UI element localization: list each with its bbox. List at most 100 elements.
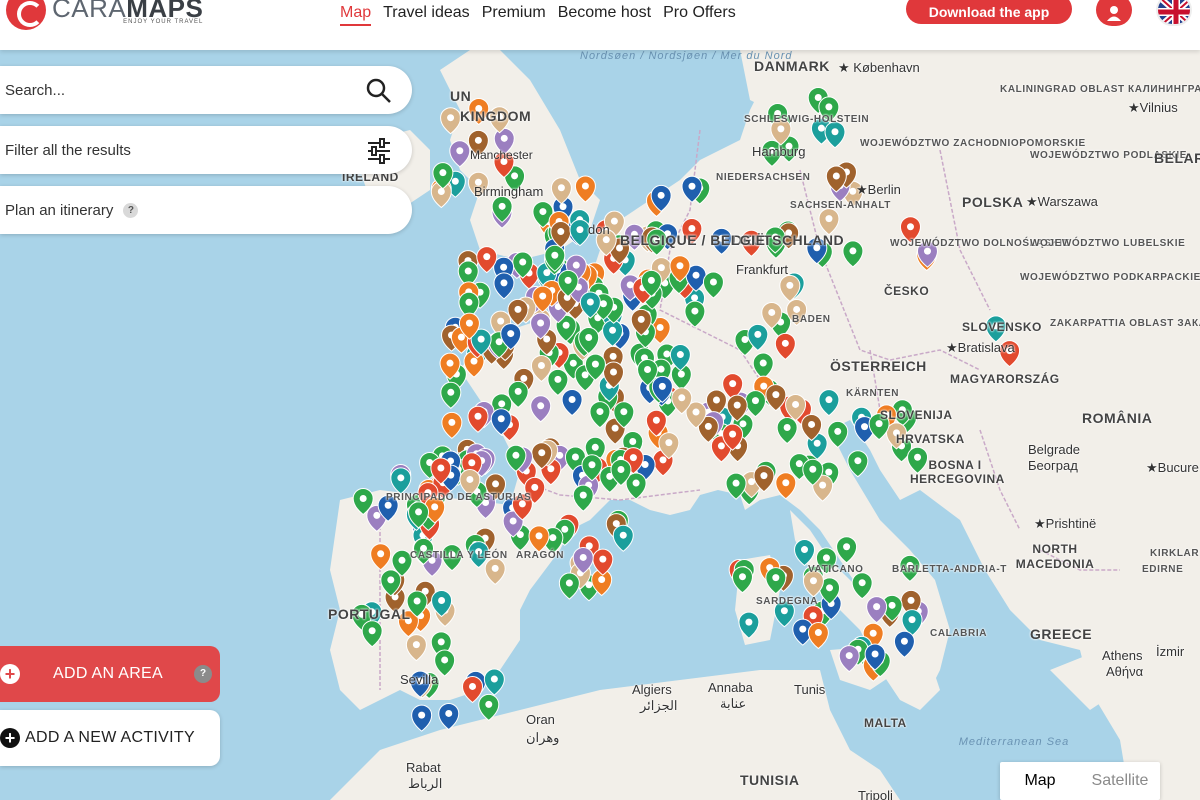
map-pin-dot bbox=[712, 396, 720, 404]
map-pin-dot bbox=[490, 675, 498, 683]
brand-name: CARAMAPS bbox=[52, 0, 204, 23]
map-pin-dot bbox=[445, 709, 453, 717]
itinerary-label: Plan an itinerary bbox=[5, 201, 114, 219]
nav-pro-offers[interactable]: Pro Offers bbox=[663, 4, 736, 26]
map-pin-dot bbox=[665, 439, 673, 447]
map-pin-dot bbox=[509, 517, 517, 525]
map-label-belgique: BELGIQUE / BELGIË bbox=[620, 232, 766, 248]
map-pin-dot bbox=[456, 147, 464, 155]
map-label-cesko: ČESKO bbox=[884, 284, 930, 298]
map-pin-dot bbox=[585, 334, 593, 342]
map-pin-dot bbox=[772, 391, 780, 399]
map-label-podlaskie: WOJEWÓDZTWO PODLASKIE bbox=[1030, 150, 1188, 161]
map-pin-dot bbox=[663, 350, 671, 358]
map-pin-dot bbox=[611, 424, 619, 432]
map-pin-dot bbox=[448, 418, 456, 426]
map-pin-dot bbox=[745, 618, 753, 626]
map-pin-dot bbox=[792, 400, 800, 408]
search-icon[interactable] bbox=[366, 78, 392, 104]
map-pin-dot bbox=[617, 465, 625, 473]
map-pin-dot bbox=[498, 202, 506, 210]
map-pin-dot bbox=[564, 276, 572, 284]
help-icon[interactable]: ? bbox=[194, 665, 212, 683]
logo-icon bbox=[6, 0, 46, 30]
map-pin-dot bbox=[783, 424, 791, 432]
map-pin-dot bbox=[657, 365, 665, 373]
map-label-edirne: EDIRNE bbox=[1142, 564, 1184, 575]
map-label-north-sea: Nordsøen / Nordsjøen / Mer du Nord bbox=[580, 50, 792, 62]
map-pin-dot bbox=[768, 308, 776, 316]
map-type-map[interactable]: Map bbox=[1000, 762, 1080, 800]
caramaps-logo[interactable]: CARAMAPS ENJOY YOUR TRAVEL bbox=[6, 0, 203, 30]
map-pin-dot bbox=[437, 188, 445, 196]
map-pin-dot bbox=[514, 305, 522, 313]
help-icon[interactable]: ? bbox=[123, 202, 139, 218]
map-pin-dot bbox=[512, 451, 520, 459]
map-label-asturias: PRINCIPADO DE ASTURIAS bbox=[386, 492, 531, 503]
download-app-button[interactable]: Download the app bbox=[906, 0, 1072, 24]
map-pin-dot bbox=[782, 479, 790, 487]
search-box[interactable]: Search... bbox=[0, 66, 412, 114]
map-pin-dot bbox=[873, 603, 881, 611]
map-pin-dot bbox=[610, 217, 618, 225]
main-nav: Map Travel ideas Premium Become host Pro… bbox=[340, 4, 736, 26]
map-pin-dot bbox=[507, 330, 515, 338]
map-pin-dot bbox=[691, 307, 699, 315]
map-pin-dot bbox=[569, 359, 577, 367]
map-label-sardegna: SARDEGNA bbox=[756, 596, 819, 607]
map-pin-dot bbox=[814, 629, 822, 637]
map-pin-dot bbox=[457, 333, 465, 341]
map-pin-dot bbox=[809, 465, 817, 473]
map-label-slovensko: SLOVENSKO bbox=[962, 320, 1042, 334]
map-pin-dot bbox=[588, 461, 596, 469]
map-pin-dot bbox=[772, 574, 780, 582]
nav-map[interactable]: Map bbox=[340, 4, 372, 26]
map-pin-dot bbox=[629, 454, 637, 462]
map-label-annaba: Annaba bbox=[708, 680, 753, 695]
map-label-kobenhavn: ★ København bbox=[838, 60, 920, 75]
map-pin-dot bbox=[474, 412, 482, 420]
map-pin-dot bbox=[543, 335, 551, 343]
map-pin-dot bbox=[498, 400, 506, 408]
add-area-button[interactable]: + ADD AN AREA ? bbox=[0, 646, 220, 702]
map-pin-dot bbox=[729, 380, 737, 388]
map-pin-dot bbox=[900, 637, 908, 645]
map-pin-dot bbox=[692, 408, 700, 416]
filter-box[interactable]: Filter all the results bbox=[0, 126, 412, 174]
map-pin-dot bbox=[729, 430, 737, 438]
itinerary-box[interactable]: Plan an itinerary ? bbox=[0, 186, 412, 234]
sliders-icon[interactable] bbox=[366, 138, 392, 164]
map-pin-dot bbox=[831, 128, 839, 136]
language-selector[interactable] bbox=[1156, 0, 1192, 26]
map-label-rabat: Rabat bbox=[406, 760, 441, 775]
map-type-satellite[interactable]: Satellite bbox=[1080, 762, 1160, 800]
map-pin-dot bbox=[535, 532, 543, 540]
map-pin-dot bbox=[741, 335, 749, 343]
map-pin-dot bbox=[843, 543, 851, 551]
map-pin-dot bbox=[559, 203, 567, 211]
map-pin-dot bbox=[500, 134, 508, 142]
map-pin-dot bbox=[537, 361, 545, 369]
map-pin-dot bbox=[602, 236, 610, 244]
map-pin-dot bbox=[733, 401, 741, 409]
map-pin-dot bbox=[576, 226, 584, 234]
nav-premium[interactable]: Premium bbox=[482, 4, 546, 26]
map-pin-dot bbox=[474, 136, 482, 144]
nav-travel-ideas[interactable]: Travel ideas bbox=[383, 4, 470, 26]
map-pin-dot bbox=[825, 215, 833, 223]
user-account-button[interactable] bbox=[1096, 0, 1132, 26]
add-activity-button[interactable]: + ADD A NEW ACTIVITY bbox=[0, 710, 220, 766]
map-pin-dot bbox=[591, 443, 599, 451]
map-pin-dot bbox=[500, 263, 508, 271]
map-pin-dot bbox=[551, 251, 559, 259]
map-pin-dot bbox=[777, 125, 785, 133]
search-input[interactable]: Search... bbox=[5, 82, 65, 99]
map-pin-dot bbox=[709, 278, 717, 286]
nav-become-host[interactable]: Become host bbox=[558, 4, 651, 26]
map-label-tripoli: Tripoli bbox=[858, 788, 893, 800]
map-pin-dot bbox=[557, 184, 565, 192]
map-pin-dot bbox=[547, 465, 555, 473]
map-pin-dot bbox=[678, 394, 686, 402]
map-label-portugal: PORTUGAL bbox=[328, 606, 411, 622]
map-label-zakarpattia: ZAKARPATTIA OBLAST ЗАКАРПАТСЬКА ОБЛАСТЬ bbox=[1050, 318, 1200, 329]
